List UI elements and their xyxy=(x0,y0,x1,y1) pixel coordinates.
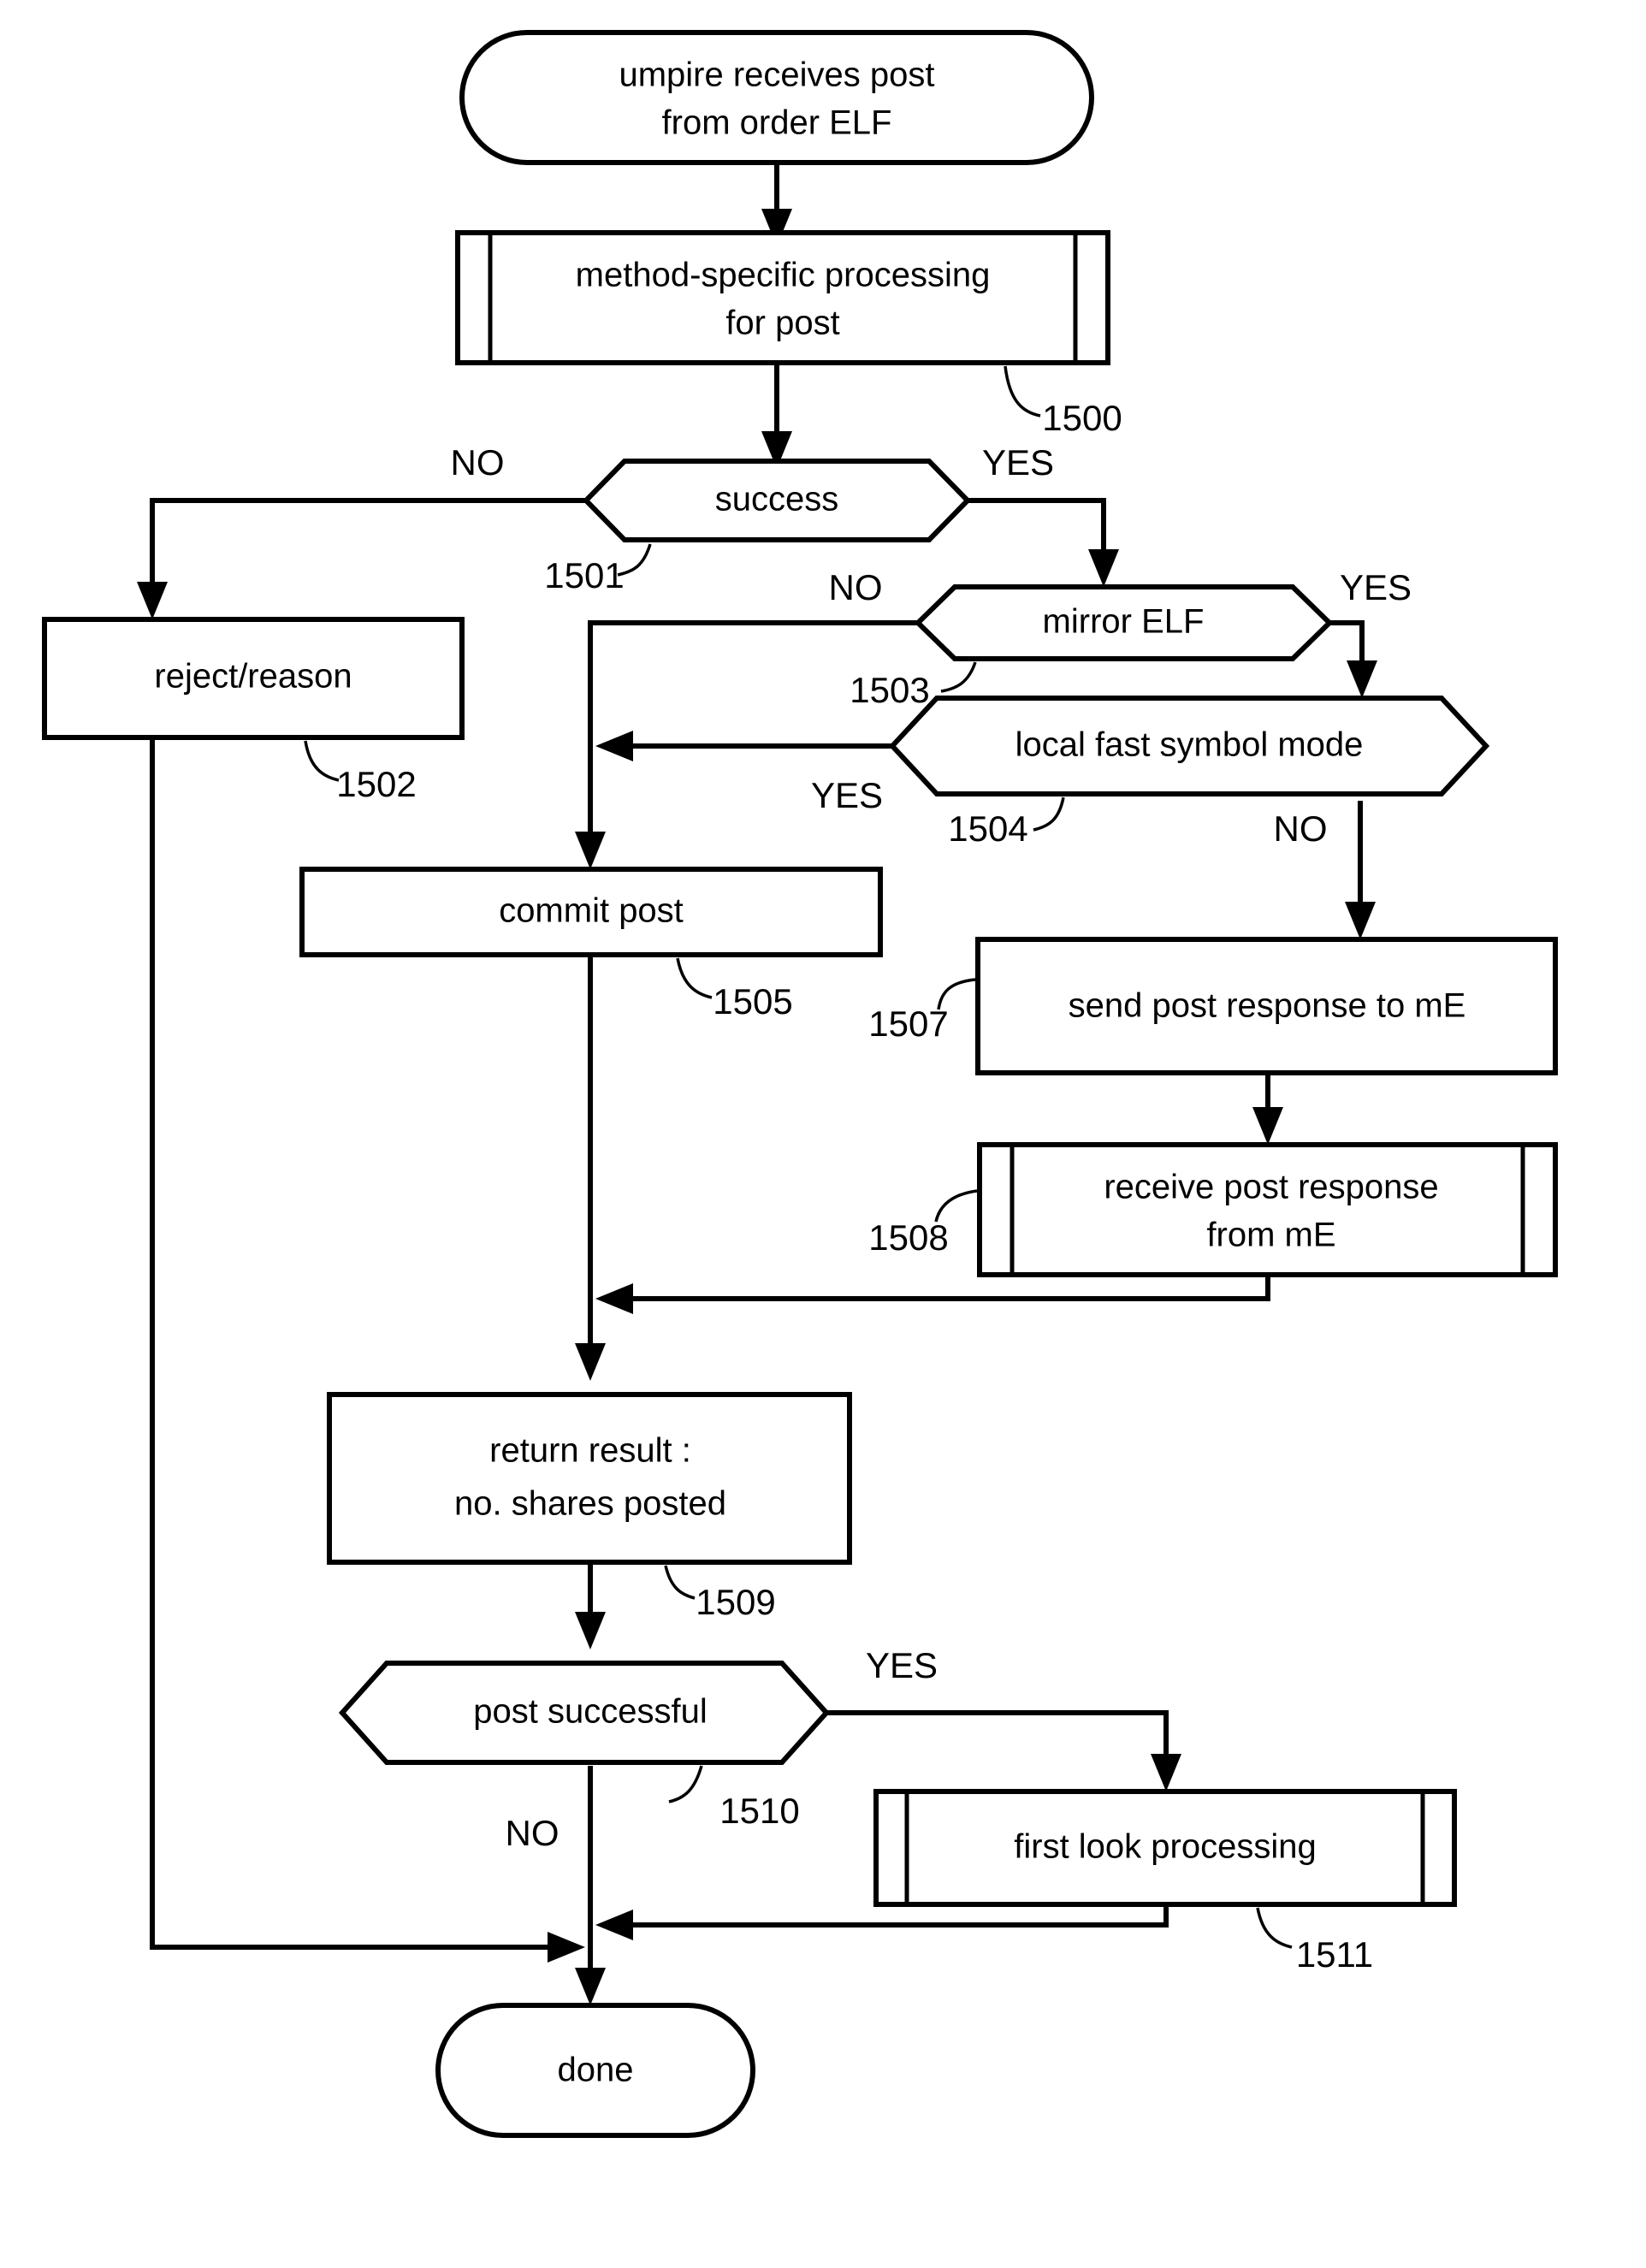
node-first-look-label: first look processing xyxy=(1014,1828,1316,1866)
connector-send-to-receive xyxy=(1252,1073,1283,1145)
branch-label-success-no: NO xyxy=(451,442,505,483)
node-local-fast-symbol-mode[interactable]: local fast symbol mode xyxy=(888,696,1490,796)
node-send-post-response[interactable]: send post response to mE xyxy=(975,937,1558,1075)
flowchart-page: umpire receives post from order ELF meth… xyxy=(0,0,1646,2268)
connector-method-to-success xyxy=(761,363,792,469)
node-lfsm-label: local fast symbol mode xyxy=(1015,726,1364,764)
connector-first-look-to-trunk xyxy=(595,1904,1169,1940)
node-return-result[interactable]: return result : no. shares posted xyxy=(327,1392,852,1565)
ref-1504: 1504 xyxy=(948,808,1027,849)
node-method-line2: for post xyxy=(725,305,839,342)
connector-post-no-to-done xyxy=(575,1766,606,2005)
node-receive-post-response[interactable]: receive post response from mE xyxy=(977,1142,1558,1277)
ref-1505-leader: 1505 xyxy=(676,957,793,1021)
ref-1500-leader: 1500 xyxy=(1004,365,1122,438)
node-first-look-processing[interactable]: first look processing xyxy=(873,1789,1457,1907)
node-done[interactable]: done xyxy=(435,2003,755,2138)
branch-label-mirror-no: NO xyxy=(829,567,883,607)
ref-1510-leader: 1510 xyxy=(668,1765,800,1831)
node-start[interactable]: umpire receives post from order ELF xyxy=(459,30,1094,165)
node-reject-label: reject/reason xyxy=(154,658,352,696)
ref-1503: 1503 xyxy=(850,670,929,710)
branch-label-post-no: NO xyxy=(506,1813,560,1853)
ref-1509-leader: 1509 xyxy=(664,1565,776,1622)
ref-1504-leader: 1504 xyxy=(948,796,1065,849)
ref-1508-leader: 1508 xyxy=(868,1189,978,1258)
branch-label-success-yes: YES xyxy=(982,442,1054,483)
node-start-line1: umpire receives post xyxy=(619,56,934,94)
node-mirror-label: mirror ELF xyxy=(1043,603,1205,641)
ref-1501-leader: 1501 xyxy=(544,543,652,595)
connector-receive-to-trunk xyxy=(595,1275,1270,1314)
ref-1500: 1500 xyxy=(1042,398,1122,438)
node-post-successful[interactable]: post successful xyxy=(338,1661,831,1765)
connector-return-to-post-successful xyxy=(575,1562,606,1649)
connector-success-yes-to-mirror xyxy=(968,498,1119,587)
node-post-successful-label: post successful xyxy=(473,1693,707,1731)
ref-1505: 1505 xyxy=(713,981,792,1021)
node-start-line2: from order ELF xyxy=(662,104,892,142)
node-commit-label: commit post xyxy=(499,892,684,930)
connector-lfsm-yes-to-commit-trunk xyxy=(595,731,892,761)
ref-1507: 1507 xyxy=(868,1004,948,1044)
node-send-label: send post response to mE xyxy=(1069,987,1466,1025)
flowchart-canvas: umpire receives post from order ELF meth… xyxy=(42,30,1558,2138)
connector-mirror-yes-to-lfsm xyxy=(1329,620,1377,698)
node-receive-line2: from mE xyxy=(1206,1217,1335,1254)
node-return-line2: no. shares posted xyxy=(454,1485,726,1523)
connector-post-yes-to-first-look xyxy=(826,1710,1181,1791)
node-success[interactable]: success xyxy=(582,459,972,542)
ref-1508: 1508 xyxy=(868,1217,948,1258)
node-method-line1: method-specific processing xyxy=(576,257,991,294)
node-method-specific-processing[interactable]: method-specific processing for post xyxy=(455,230,1110,365)
node-mirror-elf[interactable]: mirror ELF xyxy=(914,584,1334,661)
node-receive-line1: receive post response xyxy=(1104,1169,1438,1206)
ref-1502-leader: 1502 xyxy=(304,740,417,804)
connector-lfsm-no-to-send xyxy=(1345,801,1376,939)
ref-1510: 1510 xyxy=(719,1791,799,1831)
branch-label-post-yes: YES xyxy=(866,1645,938,1685)
node-return-line1: return result : xyxy=(489,1432,691,1470)
node-reject-reason[interactable]: reject/reason xyxy=(42,617,465,740)
ref-1507-leader: 1507 xyxy=(868,978,976,1044)
node-commit-post[interactable]: commit post xyxy=(299,867,883,957)
branch-label-mirror-yes: YES xyxy=(1340,567,1412,607)
ref-1501: 1501 xyxy=(544,555,624,595)
branch-label-lfsm-no: NO xyxy=(1274,808,1328,849)
node-success-label: success xyxy=(715,481,839,518)
connector-success-no-to-reject xyxy=(137,498,586,619)
ref-1511: 1511 xyxy=(1296,1934,1373,1975)
ref-1502: 1502 xyxy=(336,764,416,804)
connector-commit-to-return xyxy=(575,955,606,1381)
ref-1511-leader: 1511 xyxy=(1256,1907,1373,1975)
ref-1509: 1509 xyxy=(696,1582,775,1622)
node-done-label: done xyxy=(558,2052,634,2089)
branch-label-lfsm-yes: YES xyxy=(811,775,883,815)
